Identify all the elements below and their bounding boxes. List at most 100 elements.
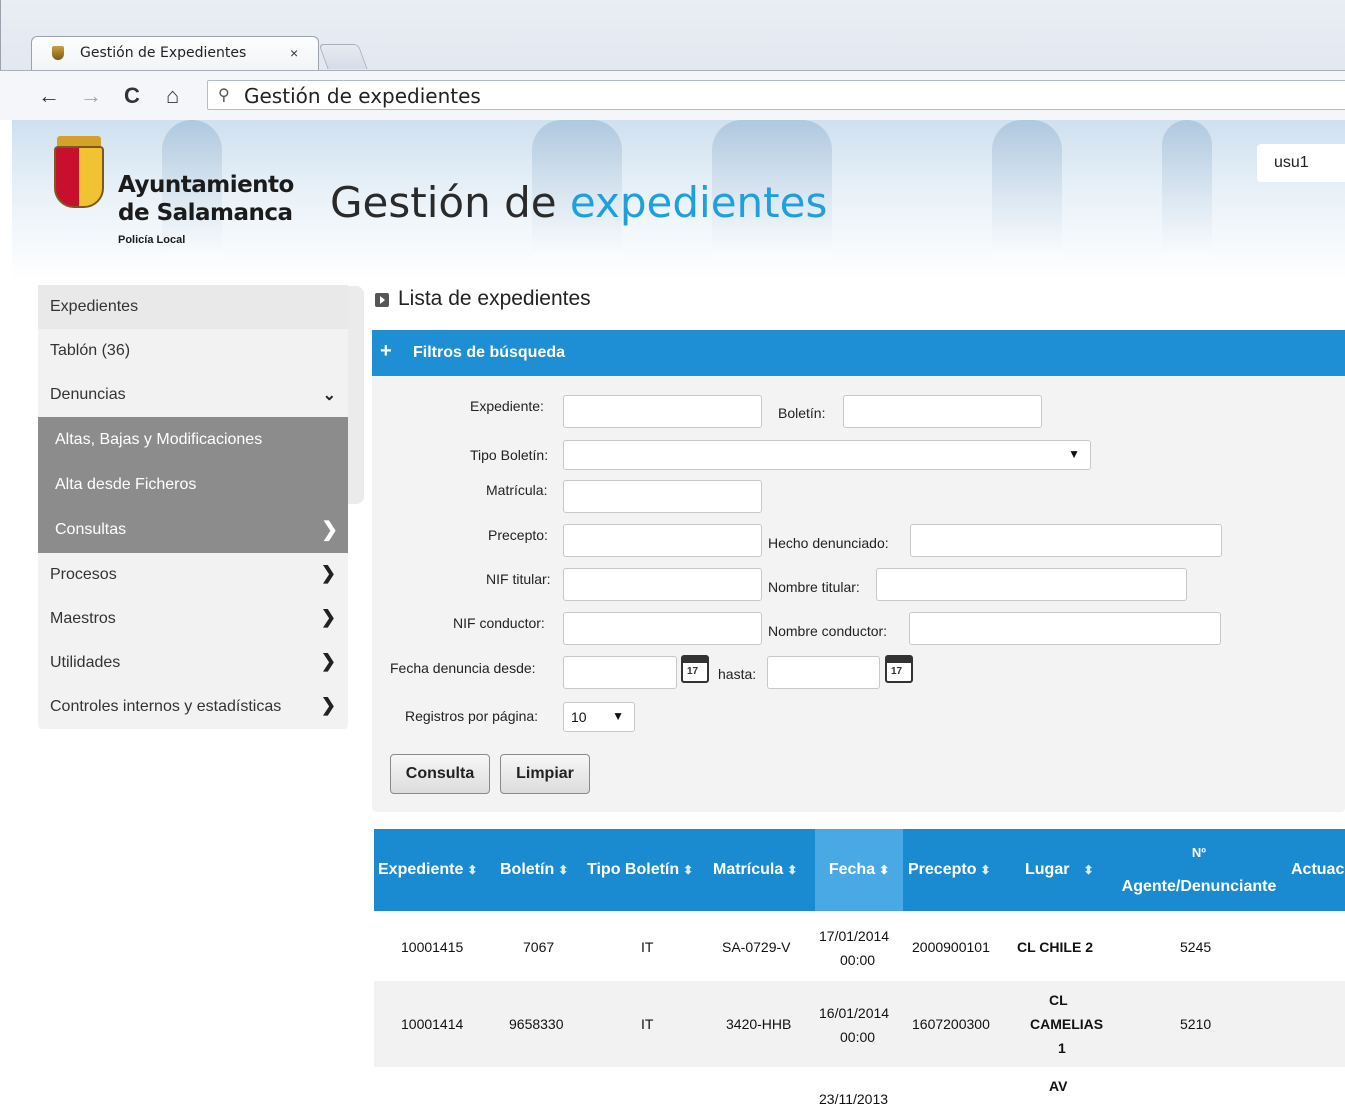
table-row[interactable]: 23/11/2013 AV bbox=[374, 1067, 1345, 1106]
hecho-denunciado-input[interactable] bbox=[910, 524, 1222, 557]
sort-desc-icon: ⬍ bbox=[879, 863, 890, 877]
submenu-item-label: Altas, Bajas y Modificaciones bbox=[55, 431, 263, 448]
header-label: Actuac bbox=[1291, 861, 1345, 878]
label-nombre-titular: Nombre titular: bbox=[768, 579, 860, 595]
limpiar-button[interactable]: Limpiar bbox=[500, 754, 590, 794]
column-header-agente[interactable]: Nº Agente/Denunciante bbox=[1114, 829, 1284, 911]
header-decoration bbox=[992, 120, 1062, 260]
header-decoration bbox=[1162, 120, 1212, 260]
address-text: Gestión de expedientes bbox=[244, 84, 481, 108]
submenu-item-altas[interactable]: Altas, Bajas y Modificaciones bbox=[38, 417, 348, 462]
chevron-right-icon: ❯ bbox=[320, 563, 336, 583]
cell-precepto: 2000900101 bbox=[912, 939, 990, 955]
org-name-line2: de Salamanca bbox=[118, 200, 293, 226]
label-nif-titular: NIF titular: bbox=[486, 571, 551, 587]
registros-value: 10 bbox=[571, 709, 587, 725]
nombre-conductor-input[interactable] bbox=[909, 612, 1221, 645]
coat-of-arms-icon bbox=[54, 146, 104, 208]
app-title: Gestión de expedientes bbox=[330, 178, 827, 227]
column-header-expediente[interactable]: Expediente ⬍ bbox=[378, 829, 477, 911]
sort-icon: ⬍ bbox=[467, 863, 478, 877]
column-header-lugar[interactable]: Lugar ⬍ bbox=[1025, 829, 1094, 911]
tipo-boletin-select[interactable]: ▼ bbox=[563, 440, 1091, 470]
sidebar-item-procesos[interactable]: Procesos ❯ bbox=[38, 553, 348, 597]
header-label: Fecha bbox=[828, 861, 876, 878]
user-menu[interactable]: usu1 bbox=[1257, 144, 1345, 182]
back-icon[interactable]: ← bbox=[38, 84, 60, 108]
chevron-right-icon: ❯ bbox=[320, 695, 336, 715]
cell-expediente: 10001414 bbox=[401, 1016, 464, 1032]
table-row[interactable]: 10001414 9658330 IT 3420-HHB 16/01/2014 … bbox=[374, 981, 1345, 1067]
boletin-input[interactable] bbox=[843, 395, 1042, 428]
browser-tab[interactable]: Gestión de Expedientes × bbox=[31, 36, 319, 70]
sidebar-item-label: Denuncias bbox=[50, 386, 126, 403]
reload-icon[interactable]: C bbox=[124, 84, 140, 108]
fecha-hasta-input[interactable] bbox=[767, 656, 880, 689]
label-nif-conductor: NIF conductor: bbox=[453, 615, 545, 631]
calendar-icon[interactable]: 17 bbox=[885, 655, 913, 683]
nombre-titular-input[interactable] bbox=[876, 568, 1187, 601]
address-bar[interactable]: ⚲ Gestión de expedientes bbox=[207, 80, 1345, 110]
registros-select[interactable]: 10 ▼ bbox=[563, 702, 635, 732]
tab-title: Gestión de Expedientes bbox=[80, 45, 247, 61]
filters-title[interactable]: Filtros de búsqueda bbox=[413, 344, 565, 362]
submenu-item-label: Consultas bbox=[55, 521, 127, 538]
column-header-tipo-boletin[interactable]: Tipo Boletín ⬍ bbox=[587, 829, 693, 911]
column-header-actuaciones[interactable]: Actuac bbox=[1291, 829, 1344, 911]
chevron-right-icon: ❯ bbox=[321, 519, 338, 541]
sidebar-item-controles[interactable]: Controles internos y estadísticas ❯ bbox=[38, 685, 348, 729]
sort-icon: ⬍ bbox=[980, 863, 991, 877]
header-label: Expediente bbox=[378, 861, 464, 878]
sidebar: Expedientes Tablón (36) Denuncias ⌄ Alta… bbox=[38, 285, 348, 729]
sort-icon: ⬍ bbox=[1083, 863, 1094, 877]
cell-matricula: 3420-HHB bbox=[726, 1016, 792, 1032]
precepto-input[interactable] bbox=[563, 524, 762, 557]
expediente-input[interactable] bbox=[563, 395, 762, 428]
calendar-icon[interactable]: 17 bbox=[681, 655, 709, 683]
label-precepto: Precepto: bbox=[488, 527, 548, 543]
label-registros: Registros por página: bbox=[405, 708, 539, 724]
sidebar-collapse-handle[interactable] bbox=[346, 286, 364, 504]
cell-boletin: 9658330 bbox=[509, 1016, 564, 1032]
table-row[interactable]: 10001415 7067 IT SA-0729-V 17/01/2014 00… bbox=[374, 911, 1345, 981]
cell-boletin: 7067 bbox=[523, 939, 555, 955]
consulta-button[interactable]: Consulta bbox=[390, 754, 490, 794]
submenu-item-alta-ficheros[interactable]: Alta desde Ficheros bbox=[38, 462, 348, 507]
header-label: Precepto bbox=[908, 861, 977, 878]
cell-lugar-line3: 1 bbox=[1058, 1040, 1066, 1056]
cell-matricula: SA-0729-V bbox=[722, 939, 791, 955]
nif-conductor-input[interactable] bbox=[563, 612, 762, 645]
nif-titular-input[interactable] bbox=[563, 568, 762, 601]
column-header-precepto[interactable]: Precepto ⬍ bbox=[908, 829, 991, 911]
app-title-accent: expedientes bbox=[569, 178, 828, 227]
sidebar-item-denuncias[interactable]: Denuncias ⌄ bbox=[38, 373, 348, 417]
column-header-fecha[interactable]: Fecha ⬍ bbox=[815, 829, 903, 911]
new-tab-button[interactable] bbox=[318, 44, 368, 69]
sidebar-item-label: Tablón (36) bbox=[50, 342, 131, 359]
tab-close-icon[interactable]: × bbox=[290, 45, 298, 61]
matricula-input[interactable] bbox=[563, 480, 762, 513]
column-header-boletin[interactable]: Boletín ⬍ bbox=[500, 829, 568, 911]
fecha-desde-input[interactable] bbox=[563, 656, 677, 689]
app-title-prefix: Gestión de bbox=[330, 178, 570, 227]
expand-plus-icon[interactable]: + bbox=[380, 340, 392, 363]
cell-lugar-line2: CAMELIAS bbox=[1030, 1016, 1104, 1032]
cell-tipo: IT bbox=[641, 1016, 654, 1032]
cell-tipo: IT bbox=[641, 939, 654, 955]
sidebar-item-maestros[interactable]: Maestros ❯ bbox=[38, 597, 348, 641]
cell-fecha-date: 17/01/2014 bbox=[819, 928, 890, 944]
forward-icon[interactable]: → bbox=[80, 84, 102, 108]
sidebar-item-expedientes[interactable]: Expedientes bbox=[38, 285, 348, 329]
sidebar-item-utilidades[interactable]: Utilidades ❯ bbox=[38, 641, 348, 685]
dropdown-arrow-icon: ▼ bbox=[612, 709, 624, 723]
sidebar-item-label: Maestros bbox=[50, 610, 116, 627]
column-header-matricula[interactable]: Matrícula ⬍ bbox=[713, 829, 797, 911]
home-icon[interactable]: ⌂ bbox=[166, 84, 179, 108]
sort-icon: ⬍ bbox=[683, 863, 694, 877]
submenu-item-consultas[interactable]: Consultas ❯ bbox=[38, 507, 348, 552]
cell-lugar-line1: AV bbox=[1049, 1078, 1068, 1094]
header-label: Lugar bbox=[1025, 861, 1070, 878]
header-label: Agente/Denunciante bbox=[1121, 877, 1277, 895]
label-boletin: Boletín: bbox=[778, 405, 826, 421]
sidebar-item-tablon[interactable]: Tablón (36) bbox=[38, 329, 348, 373]
